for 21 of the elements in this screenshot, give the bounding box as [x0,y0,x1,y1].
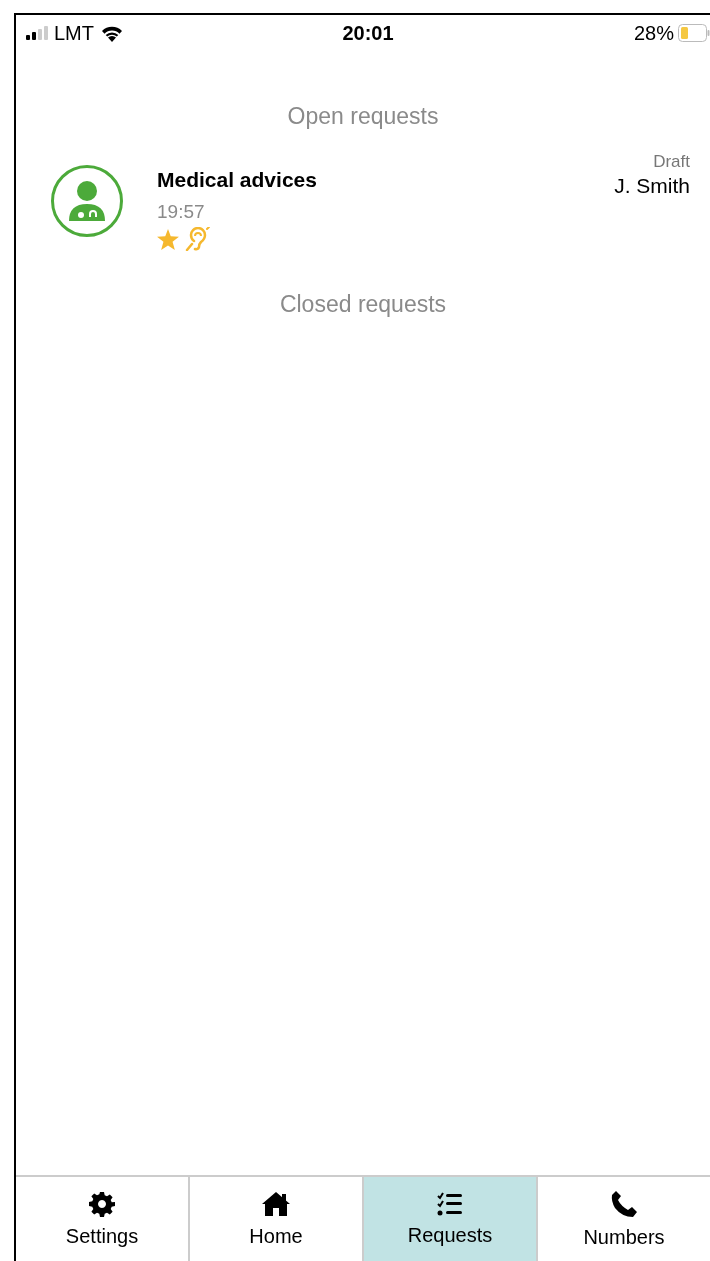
doctor-icon [50,164,124,238]
request-time: 19:57 [157,201,206,223]
wifi-icon [100,24,124,42]
request-title: Medical advices [157,168,318,192]
star-icon [157,228,179,250]
settings-icon [89,1190,115,1217]
signal-icon [26,26,48,40]
section-title: Closed requests [278,291,448,318]
request-status: Draft [653,152,690,172]
request-person: J. Smith [614,174,690,198]
clock-time: 20:01 [342,21,394,45]
checklist-icon [437,1191,463,1216]
home-icon [261,1190,291,1217]
carrier-name: LMT [54,21,94,45]
request-item[interactable]: Medical advices 19:57 Draft J. Smith [16,136,710,251]
battery-icon [678,24,710,42]
ear-icon [185,227,211,251]
battery-percent: 28% [633,21,674,45]
phone-icon [610,1189,638,1218]
section-title: Open requests [286,103,440,130]
tab[interactable]: Requests [362,1177,536,1261]
